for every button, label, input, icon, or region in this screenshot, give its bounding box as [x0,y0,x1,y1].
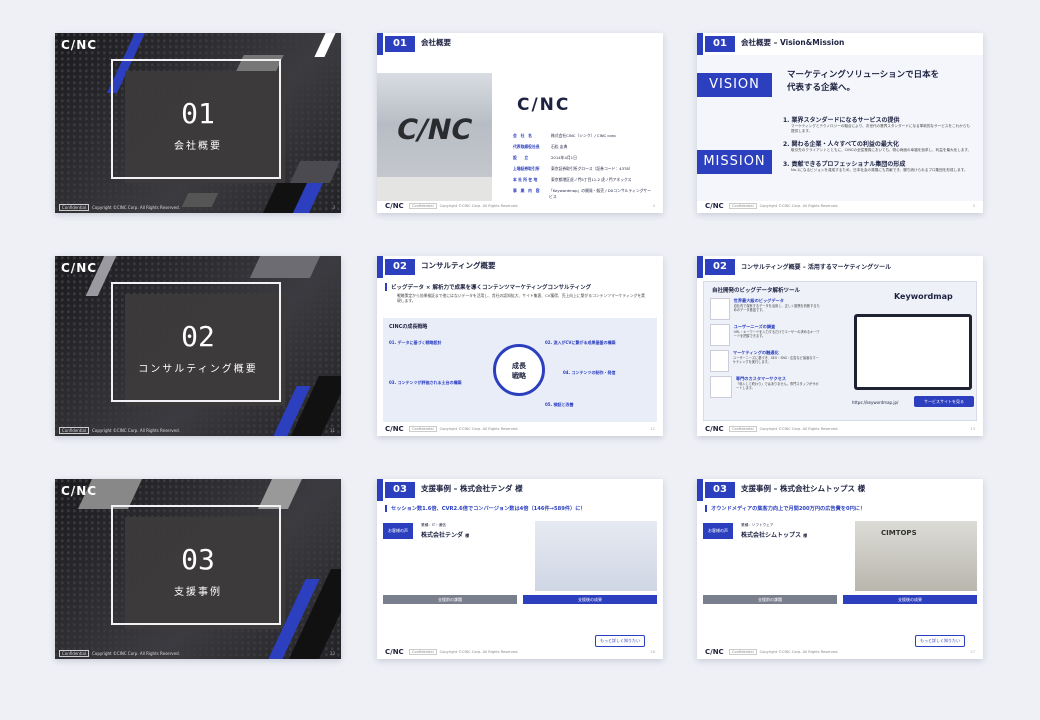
slide-cover-02[interactable]: C/NC 02 コンサルティング概要 Confidential Copyright… [55,256,341,436]
case-headline: セッション数1.6倍、CVR2.6倍でコンバージョン数は4倍（146件→589件… [385,505,655,512]
issue-label: 支援前の課題 [703,595,837,604]
issue-label: 支援前の課題 [383,595,517,604]
vision-text: マーケティングソリューションで日本を代表する企業へ。 [787,70,940,93]
section-number: 02 [181,320,215,353]
section-tag: 02 [385,259,415,275]
service-site-button[interactable]: サービスサイトを見る [914,396,974,407]
company-logo: C/NC [517,95,571,115]
case-headline: オウンドメディアの集客力向上で月間200万円の広告費を0円に！ [705,505,975,512]
meeting-photo [535,521,657,591]
result-label: 支援後の成果 [523,595,657,604]
section-tag: 03 [385,482,415,498]
industry-tag: 業種：IT・通信 [421,523,446,527]
slide-title: 支援事例 – 株式会社シムトップス 様 [741,484,866,493]
cimtops-sign: CIMTOPS [881,529,917,537]
footer-text: Confidential Copyright ©CINC Corp. All Ri… [59,427,180,434]
slide-company-overview[interactable]: 01 会社概要 C/NC C/NC 会 社 名株式会社CINC（シンク）/ CIN… [377,33,663,213]
customer-voice-label: お客様の声 [703,523,733,539]
vision-label: VISION [697,73,772,97]
decor-stripe [249,256,321,278]
footer-text: Confidential Copyright ©CINC Corp. All Ri… [59,204,180,211]
slide-consulting-overview[interactable]: 02 コンサルティング概要 ビッグデータ × 解析力で成果を導くコンテンツマーケテ… [377,256,663,436]
mission-label: MISSION [697,150,772,174]
company-name: 株式会社シムトップス 様 [741,532,808,539]
lead-sub: 戦略策定から効果検証まで他にはないデータを活用し、貴社の認知拡大、サイト集客、C… [397,293,645,303]
slide-vision-mission[interactable]: 01 会社概要 – Vision&Mission VISION マーケティングソリ… [697,33,983,213]
section-title: コンサルティング概要 [138,364,258,375]
brand-logo: C/NC [61,261,98,275]
section-tag: 03 [705,482,735,498]
slide-title: コンサルティング概要 [421,261,496,270]
industry-tag: 業種：ソフトウェア [741,523,774,527]
strategy-panel: CINCの成長戦略 01. データに基づく戦略設計 02. 流入がCVに繋がる成… [383,318,657,422]
section-tag: 02 [705,259,735,275]
result-label: 支援後の成果 [843,595,977,604]
brand-logo: C/NC [61,484,98,498]
mission-list: 1. 業界スタンダードになるサービスの提供 マーケティングとテクノロジーの融合によ… [783,117,972,173]
slide-title: 会社概要 [421,38,451,47]
lead-text: ビッグデータ × 解析力で成果を導くコンテンツマーケティングコンサルティング [385,283,655,291]
slide-title: コンサルティング概要 – 活用するマーケティングツール [741,264,892,271]
slide-case-tenda[interactable]: 03 支援事例 – 株式会社テンダ 様 セッション数1.6倍、CVR2.6倍でコン… [377,479,663,659]
section-title: 会社概要 [174,141,222,152]
slide-case-cimtops[interactable]: 03 支援事例 – 株式会社シムトップス 様 オウンドメディアの集客力向上で月間2… [697,479,983,659]
section-number: 01 [181,97,215,130]
section-tag: 01 [705,36,735,52]
slide-title: 会社概要 – Vision&Mission [741,38,845,47]
section-number: 03 [181,543,215,576]
page-number: 3 [332,205,335,210]
learn-more-button[interactable]: もっと詳しく知りたい [915,635,965,647]
team-photo: CIMTOPS [855,521,977,591]
learn-more-button[interactable]: もっと詳しく知りたい [595,635,645,647]
section-tag: 01 [385,36,415,52]
growth-hub: 成長 戦略 [493,344,545,396]
slide-marketing-tools[interactable]: 02 コンサルティング概要 – 活用するマーケティングツール 自社開発のビッグデー… [697,256,983,436]
keywordmap-logo: Keywordmap [894,292,953,301]
customer-voice-label: お客様の声 [383,523,413,539]
page-number: 23 [329,651,335,656]
laptop-mockup [854,314,972,390]
footer-text: Confidential Copyright ©CINC Corp. All Ri… [59,650,180,657]
brand-logo: C/NC [61,38,98,52]
keywordmap-url[interactable]: https://keywordmap.jp/ [852,400,898,405]
slide-title: 支援事例 – 株式会社テンダ 様 [421,484,523,493]
page-number: 11 [329,428,335,433]
section-title: 支援事例 [174,587,222,598]
slide-cover-03[interactable]: C/NC 03 支援事例 Confidential Copyright ©CINC… [55,479,341,659]
slide-cover-01[interactable]: C/NC 01 会社概要 Confidential Copyright ©CINC… [55,33,341,213]
office-photo: C/NC [377,73,492,201]
company-name: 株式会社テンダ 様 [421,532,470,539]
tool-panel: 自社開発のビッグデータ解析ツール 世界最大級のビッグデータ 自社内で保有するデータ… [703,281,977,421]
